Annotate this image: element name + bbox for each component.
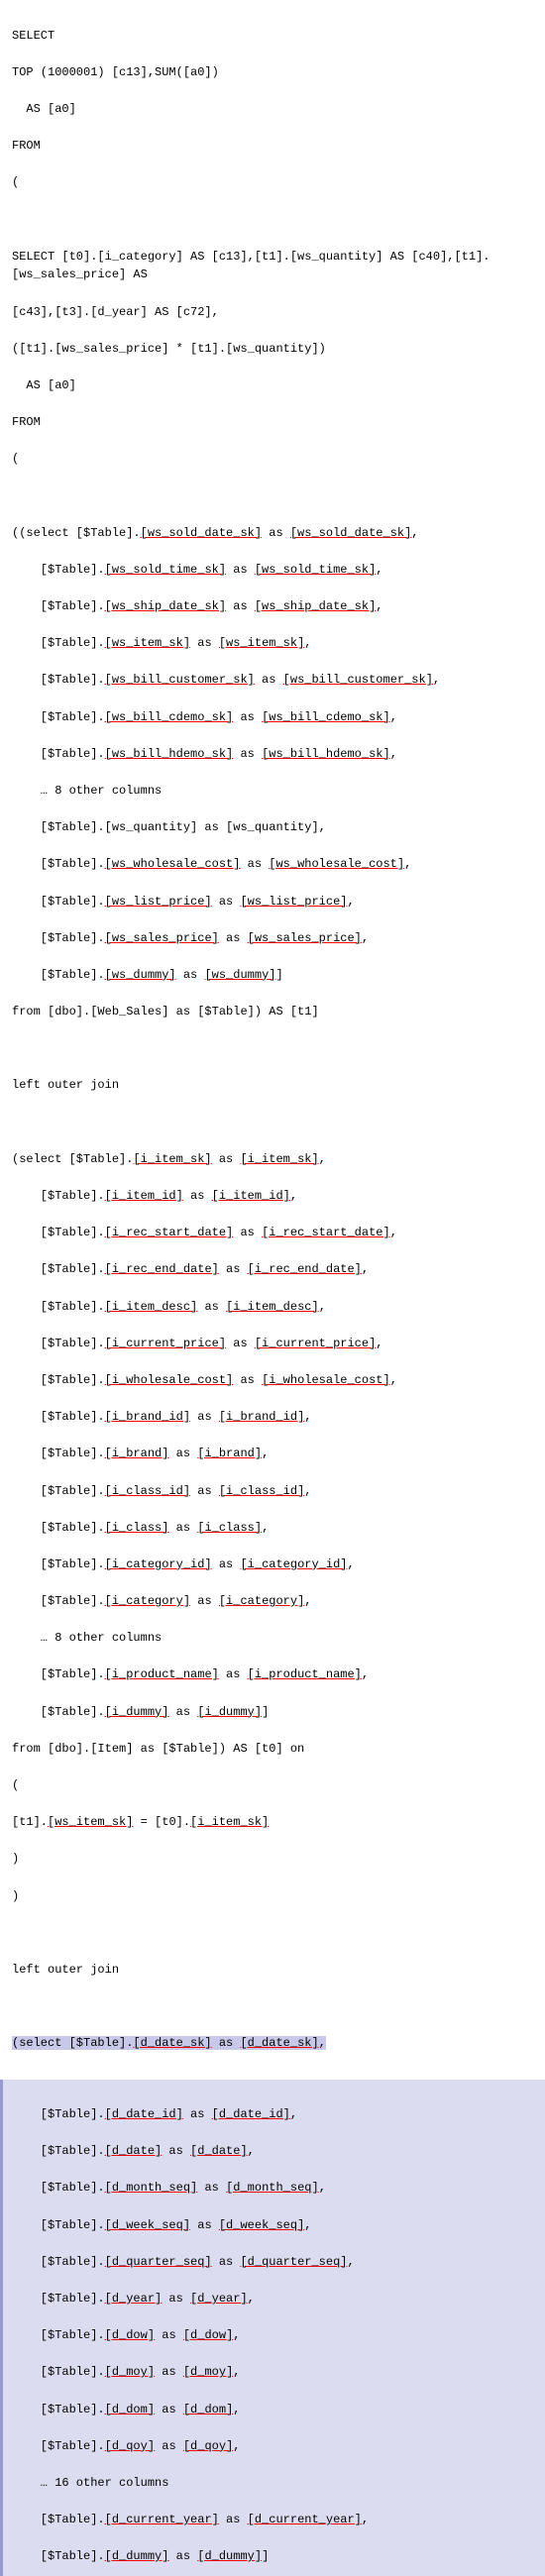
line-d-dom: [$Table].[d_dom] as [d_dom], [12, 2403, 240, 2416]
line-ws-item-join: [t1].[ws_item_sk] = [t0].[i_item_sk] [12, 1815, 269, 1829]
line-i-class: [$Table].[i_class] as [i_class], [12, 1521, 269, 1535]
line-paren1: ( [12, 175, 19, 189]
line-from2: FROM [12, 415, 41, 429]
line-close1: ) [12, 1852, 19, 1866]
sql-code-view: SELECT TOP (1000001) [c13],SUM([a0]) AS … [0, 0, 545, 2080]
line-i-category: [$Table].[i_category] as [i_category], [12, 1594, 311, 1608]
line-ws-other-cols: … 8 other columns [12, 784, 162, 798]
line-ws-ship-date: [$Table].[ws_ship_date_sk] as [ws_ship_d… [12, 599, 382, 613]
line-i-brand: [$Table].[i_brand] as [i_brand], [12, 1447, 269, 1460]
line-d-quarter-seq: [$Table].[d_quarter_seq] as [d_quarter_s… [12, 2255, 355, 2269]
line-from-web-sales: from [dbo].[Web_Sales] as [$Table]) AS [… [12, 1005, 319, 1019]
line-d-qoy: [$Table].[d_qoy] as [d_qoy], [12, 2439, 240, 2453]
line-i-rec-end: [$Table].[i_rec_end_date] as [i_rec_end_… [12, 1262, 369, 1276]
line-d-moy: [$Table].[d_moy] as [d_moy], [12, 2365, 240, 2379]
line-i-item-id: [$Table].[i_item_id] as [i_item_id], [12, 1189, 297, 1203]
line-i-category-id: [$Table].[i_category_id] as [i_category_… [12, 1557, 355, 1571]
line-ws-bill-cust: [$Table].[ws_bill_customer_sk] as [ws_bi… [12, 673, 440, 687]
line-i-rec-start: [$Table].[i_rec_start_date] as [i_rec_st… [12, 1226, 397, 1239]
line-i-current-price: [$Table].[i_current_price] as [i_current… [12, 1337, 382, 1350]
line-ws-sales-price: [$Table].[ws_sales_price] as [ws_sales_p… [12, 931, 369, 945]
line-cols: [c43],[t3].[d_year] AS [c72], [12, 305, 219, 319]
line-ws-wholesale: [$Table].[ws_wholesale_cost] as [ws_whol… [12, 857, 411, 871]
line-d-dow: [$Table].[d_dow] as [d_dow], [12, 2328, 240, 2342]
line-i-brand-id: [$Table].[i_brand_id] as [i_brand_id], [12, 1410, 311, 1424]
line-ws-sold-date: ((select [$Table].[ws_sold_date_sk] as [… [12, 526, 418, 540]
line-left-join2: left outer join [12, 1963, 119, 1977]
line-ws-dummy: [$Table].[ws_dummy] as [ws_dummy]] [12, 968, 283, 982]
line-i-wholesale: [$Table].[i_wholesale_cost] as [i_wholes… [12, 1373, 397, 1387]
line-left-join1: left outer join [12, 1078, 119, 1092]
line-select2: SELECT [t0].[i_category] AS [c13],[t1].[… [12, 250, 490, 282]
line-d-date-id: [$Table].[d_date_id] as [d_date_id], [12, 2107, 297, 2121]
line-d-week-seq: [$Table].[d_week_seq] as [d_week_seq], [12, 2218, 311, 2232]
line-as-a0b: AS [a0] [12, 378, 76, 392]
line-i-dummy: [$Table].[i_dummy] as [i_dummy]] [12, 1705, 269, 1719]
line-d-other-cols: … 16 other columns [12, 2476, 168, 2490]
line-calc: ([t1].[ws_sales_price] * [t1].[ws_quanti… [12, 342, 326, 356]
line-ws-list-price: [$Table].[ws_list_price] as [ws_list_pri… [12, 895, 355, 909]
line-paren2: ( [12, 452, 19, 466]
line-d-dummy: [$Table].[d_dummy] as [d_dummy]] [12, 2549, 269, 2563]
line-from1: FROM [12, 139, 41, 153]
line-select: SELECT [12, 29, 54, 43]
line-d-month-seq: [$Table].[d_month_seq] as [d_month_seq], [12, 2181, 326, 2195]
line-d-date: [$Table].[d_date] as [d_date], [12, 2144, 255, 2158]
line-i-item-sk: (select [$Table].[i_item_sk] as [i_item_… [12, 1152, 326, 1166]
line-top: TOP (1000001) [c13],SUM([a0]) [12, 65, 219, 79]
line-i-product-name: [$Table].[i_product_name] as [i_product_… [12, 1667, 369, 1681]
line-d-current-year: [$Table].[d_current_year] as [d_current_… [12, 2513, 369, 2526]
line-d-year: [$Table].[d_year] as [d_year], [12, 2292, 255, 2306]
line-as-a0: AS [a0] [12, 102, 76, 116]
sql-code-view-highlighted: [$Table].[d_date_id] as [d_date_id], [$T… [0, 2080, 545, 2576]
line-ws-bill-hdemo: [$Table].[ws_bill_hdemo_sk] as [ws_bill_… [12, 747, 397, 761]
line-i-class-id: [$Table].[i_class_id] as [i_class_id], [12, 1484, 311, 1498]
line-i-item-desc: [$Table].[i_item_desc] as [i_item_desc], [12, 1300, 326, 1314]
line-close2: ) [12, 1889, 19, 1903]
line-ws-sold-time: [$Table].[ws_sold_time_sk] as [ws_sold_t… [12, 563, 382, 577]
line-from-item: from [dbo].[Item] as [$Table]) AS [t0] o… [12, 1742, 304, 1756]
line-i-other-cols: … 8 other columns [12, 1631, 162, 1645]
line-ws-bill-cdemo: [$Table].[ws_bill_cdemo_sk] as [ws_bill_… [12, 710, 397, 724]
line-d-date-sk: (select [$Table].[d_date_sk] as [d_date_… [12, 2036, 326, 2050]
line-ws-item: [$Table].[ws_item_sk] as [ws_item_sk], [12, 636, 311, 650]
line-on-paren1: ( [12, 1778, 19, 1792]
line-ws-quantity: [$Table].[ws_quantity] as [ws_quantity], [12, 820, 326, 834]
